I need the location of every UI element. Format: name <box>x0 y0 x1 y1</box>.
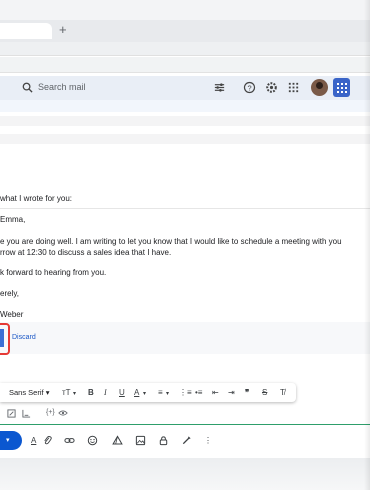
window-top-band <box>0 0 370 20</box>
clear-formatting-button[interactable]: T̸ <box>280 387 285 398</box>
numbered-list-button[interactable]: ⋮≡ <box>179 387 192 398</box>
search-icon[interactable] <box>22 82 33 93</box>
signature-pen-icon[interactable] <box>181 435 192 446</box>
apps-grid-icon[interactable] <box>287 81 300 94</box>
ai-intro-text: what I wrote for you: <box>0 194 73 203</box>
gmail-header: Search mail ? <box>0 76 370 100</box>
suggestion-actions-bar <box>0 322 370 354</box>
filter-icon[interactable] <box>213 81 226 94</box>
formatting-options-button[interactable]: A <box>31 435 36 446</box>
attach-icon[interactable] <box>42 435 53 446</box>
apps-tile-icon[interactable] <box>333 78 350 97</box>
drive-icon[interactable] <box>112 435 123 446</box>
underline-button[interactable]: U <box>119 387 125 398</box>
svg-text:?: ? <box>247 83 251 92</box>
message-signoff: erely, <box>0 289 19 298</box>
indent-more-button[interactable]: ⇥ <box>228 387 235 398</box>
message-line-2: rrow at 12:30 to discuss a sales idea th… <box>0 248 172 257</box>
browser-tab[interactable] <box>0 23 52 39</box>
address-bar[interactable] <box>0 42 370 56</box>
bulleted-list-button[interactable]: •≡ <box>195 387 202 398</box>
window-bottom-band <box>0 458 370 490</box>
font-select[interactable]: Sans Serif ▾ <box>9 388 49 398</box>
chart-icon[interactable] <box>22 409 31 418</box>
thread-row-placeholder <box>0 134 370 144</box>
discard-button[interactable]: Discard <box>12 333 36 343</box>
link-icon[interactable] <box>64 435 75 446</box>
text-color-button[interactable]: A <box>134 387 139 398</box>
italic-button[interactable]: I <box>104 387 107 398</box>
browser-tab-strip: + <box>0 20 370 42</box>
mail-toolbar-strip <box>0 100 370 112</box>
message-signature: Weber <box>0 310 24 319</box>
emoji-icon[interactable] <box>87 435 98 446</box>
search-input[interactable]: Search mail <box>38 82 86 93</box>
bold-button[interactable]: B <box>88 387 94 398</box>
formatting-toolbar: Sans Serif ▾ тT ▾ B I U A ▾ ≡ ▾ ⋮≡ •≡ ⇤ … <box>0 383 296 402</box>
text-size-button[interactable]: тT <box>62 387 71 398</box>
message-greeting: Emma, <box>0 215 26 224</box>
edit-box-icon[interactable] <box>7 409 16 418</box>
highlight-box <box>0 323 10 355</box>
send-caret: ▾ <box>6 437 10 444</box>
more-options-button[interactable]: ⋮ <box>204 435 212 446</box>
text-size-caret[interactable]: ▾ <box>73 389 76 400</box>
window-edge-shadow <box>364 0 370 490</box>
indent-less-button[interactable]: ⇤ <box>212 387 219 398</box>
send-options-button[interactable]: ▾ <box>0 431 22 450</box>
eye-icon[interactable] <box>58 409 68 417</box>
message-closing-line: k forward to hearing from you. <box>0 268 107 277</box>
text-color-caret[interactable]: ▾ <box>143 389 146 400</box>
variables-button[interactable]: {+} <box>46 408 55 418</box>
message-line-1: e you are doing well. I am writing to le… <box>0 237 342 246</box>
align-caret[interactable]: ▾ <box>166 389 169 400</box>
avatar[interactable] <box>311 79 328 96</box>
message-divider <box>0 208 370 209</box>
strikethrough-button[interactable]: S <box>262 387 267 398</box>
new-tab-button[interactable]: + <box>59 22 67 38</box>
confidential-lock-icon[interactable] <box>158 435 169 446</box>
settings-icon[interactable] <box>265 81 278 94</box>
insert-photo-icon[interactable] <box>135 435 146 446</box>
bookmarks-bar <box>0 57 370 73</box>
compose-extras-row: {+} <box>0 406 370 420</box>
quote-button[interactable]: ❞ <box>245 387 249 398</box>
compose-divider <box>0 424 370 425</box>
align-button[interactable]: ≡ <box>158 387 163 398</box>
help-icon[interactable]: ? <box>243 81 256 94</box>
thread-row-placeholder <box>0 116 370 126</box>
